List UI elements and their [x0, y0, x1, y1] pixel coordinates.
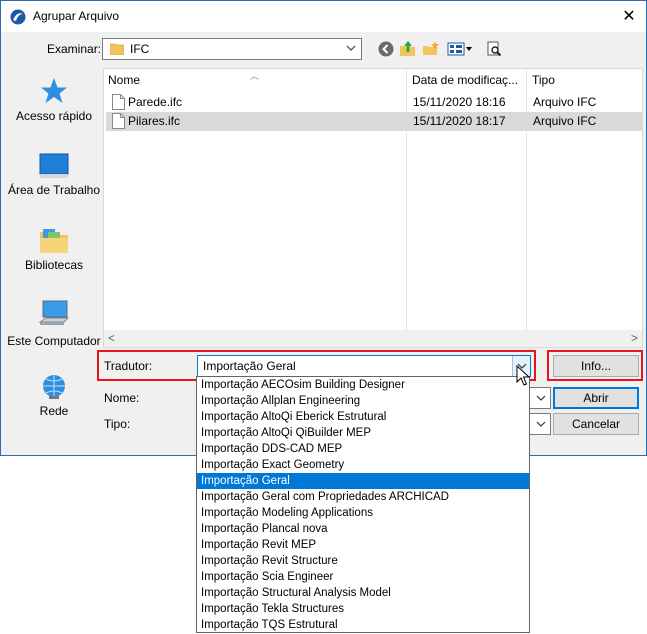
horizontal-scrollbar[interactable]: < >: [104, 330, 642, 347]
filename-label: Nome:: [104, 391, 140, 405]
title-bar: Agrupar Arquivo ✕: [1, 1, 646, 32]
dropdown-option[interactable]: Importação Plancal nova: [197, 521, 529, 537]
dropdown-option[interactable]: Importação AltoQi Eberick Estrutural: [197, 409, 529, 425]
lookin-label: Examinar:: [47, 42, 102, 56]
up-folder-button[interactable]: [398, 39, 418, 59]
column-header-name[interactable]: Nome: [104, 69, 406, 92]
highlight-box-info: [547, 350, 643, 381]
open-button[interactable]: Abrir: [553, 387, 639, 409]
column-header-type[interactable]: Tipo: [528, 69, 628, 92]
star-icon: [41, 78, 67, 103]
file-list[interactable]: ︿ Nome Data de modificaç... Tipo Parede.…: [103, 68, 643, 348]
new-folder-icon: [423, 41, 439, 55]
window-title: Agrupar Arquivo: [33, 9, 120, 23]
preview-icon: [487, 41, 502, 57]
place-label: Área de Trabalho: [7, 183, 101, 197]
dropdown-option[interactable]: Importação Revit MEP: [197, 537, 529, 553]
close-button[interactable]: ✕: [612, 1, 646, 31]
app-icon: [10, 9, 26, 25]
file-type: Arquivo IFC: [533, 95, 597, 109]
new-folder-button[interactable]: [421, 39, 441, 59]
cancel-button[interactable]: Cancelar: [553, 413, 639, 435]
scroll-left-icon[interactable]: <: [108, 331, 115, 345]
file-row[interactable]: Parede.ifc 15/11/2020 18:16 Arquivo IFC: [106, 93, 642, 112]
place-libraries[interactable]: Bibliotecas: [7, 228, 101, 273]
file-date: 15/11/2020 18:17: [413, 114, 506, 128]
chevron-down-icon: [536, 395, 546, 401]
folder-icon: [110, 43, 124, 55]
dropdown-option[interactable]: Importação Modeling Applications: [197, 505, 529, 521]
lookin-value: IFC: [130, 42, 150, 56]
file-name: Parede.ifc: [128, 95, 183, 109]
close-icon: ✕: [622, 8, 636, 25]
file-icon: [112, 113, 125, 129]
file-icon: [112, 94, 125, 110]
back-icon: [378, 41, 394, 57]
dropdown-option[interactable]: Importação Allplan Engineering: [197, 393, 529, 409]
file-type: Arquivo IFC: [533, 114, 597, 128]
dropdown-option[interactable]: Importação AECOsim Building Designer: [197, 377, 529, 393]
place-label: Rede: [39, 404, 69, 418]
places-bar: Acesso rápido Área de Trabalho Bibliotec…: [7, 67, 101, 455]
dropdown-option[interactable]: Importação DDS-CAD MEP: [197, 441, 529, 457]
filetype-label: Tipo:: [104, 417, 131, 431]
dropdown-option[interactable]: Importação Exact Geometry: [197, 457, 529, 473]
place-label: Este Computador: [7, 334, 101, 348]
dropdown-option[interactable]: Importação TQS Estrutural: [197, 617, 529, 633]
dropdown-option[interactable]: Importação Scia Engineer: [197, 569, 529, 585]
computer-icon: [38, 300, 70, 325]
desktop-icon: [39, 153, 69, 178]
up-folder-icon: [400, 41, 415, 56]
file-row-selected[interactable]: Pilares.ifc 15/11/2020 18:17 Arquivo IFC: [106, 112, 642, 131]
place-label: Acesso rápido: [15, 109, 93, 123]
chevron-down-icon: [346, 45, 356, 51]
libraries-icon: [40, 229, 68, 253]
preview-button[interactable]: [484, 39, 504, 59]
lookin-combo[interactable]: IFC: [102, 38, 362, 60]
place-label: Bibliotecas: [24, 258, 84, 272]
file-date: 15/11/2020 18:16: [413, 95, 506, 109]
translator-dropdown-list[interactable]: Importação AECOsim Building Designer Imp…: [196, 376, 530, 633]
dropdown-option[interactable]: Importação Revit Structure: [197, 553, 529, 569]
scroll-right-icon[interactable]: >: [631, 331, 638, 345]
dropdown-option[interactable]: Importação Geral com Propriedades ARCHIC…: [197, 489, 529, 505]
place-quick-access[interactable]: Acesso rápido: [7, 77, 101, 124]
dropdown-option-selected[interactable]: Importação Geral: [197, 473, 529, 489]
back-button[interactable]: [376, 39, 396, 59]
mouse-cursor-icon: [516, 365, 530, 386]
column-header-date[interactable]: Data de modificaç...: [408, 69, 526, 92]
chevron-down-icon: [536, 421, 546, 427]
filename-dropdown-button[interactable]: [532, 388, 550, 408]
file-name: Pilares.ifc: [128, 114, 181, 128]
dropdown-option[interactable]: Importação Structural Analysis Model: [197, 585, 529, 601]
filetype-dropdown-button[interactable]: [532, 414, 550, 434]
view-menu-button[interactable]: [446, 39, 474, 59]
place-network[interactable]: Rede: [7, 374, 101, 419]
place-desktop[interactable]: Área de Trabalho: [7, 153, 101, 198]
network-icon: [43, 375, 65, 399]
dropdown-option[interactable]: Importação AltoQi QiBuilder MEP: [197, 425, 529, 441]
view-menu-icon: [447, 42, 472, 56]
place-computer[interactable]: Este Computador: [7, 300, 101, 349]
dropdown-option[interactable]: Importação Tekla Structures: [197, 601, 529, 617]
